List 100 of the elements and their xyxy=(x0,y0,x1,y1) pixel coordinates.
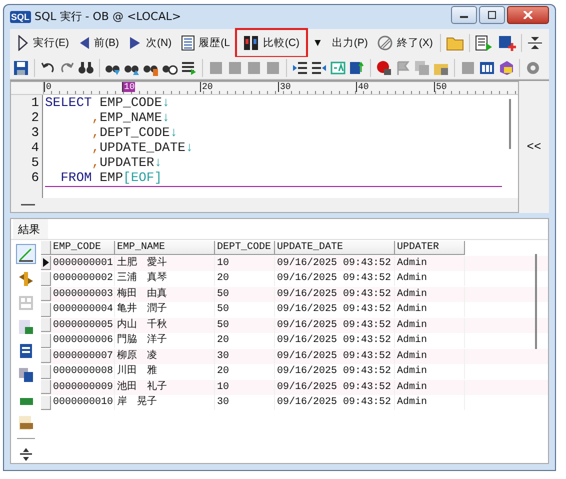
code-line: SELECT EMP_CODE↓ xyxy=(45,94,170,110)
table-cell: Admin xyxy=(395,333,465,348)
table-cell: 0000000002 xyxy=(51,271,115,286)
table-cell: 0000000004 xyxy=(51,302,115,318)
ruler-label: 0 xyxy=(44,82,52,92)
collapse-button[interactable]: << xyxy=(526,140,542,154)
ruler-label: 20 xyxy=(200,82,213,92)
window-title: SQL 実行 - OB @ <LOCAL> xyxy=(34,9,182,24)
toolbar-button[interactable]: ▼ xyxy=(308,34,327,52)
table-cell: 09/16/2025 09:43:52 xyxy=(275,364,395,380)
list-icon[interactable] xyxy=(181,60,197,76)
scrollbar-thumb[interactable] xyxy=(509,98,511,149)
close-icon xyxy=(523,11,533,19)
arrows-icon[interactable] xyxy=(17,270,35,288)
table-cell: 柳原 凌 xyxy=(115,348,215,364)
table-cell: 20 xyxy=(215,333,275,348)
outdent-icon[interactable] xyxy=(311,60,327,76)
line-number: 6 xyxy=(31,170,39,185)
table-cell: 30 xyxy=(215,395,275,410)
maximize-icon xyxy=(487,11,497,19)
table-cell: 0000000010 xyxy=(51,395,115,410)
table-cell: 09/16/2025 09:43:52 xyxy=(275,395,395,410)
table-cell: 09/16/2025 09:43:52 xyxy=(275,256,395,271)
toolbar-button[interactable]: 次(N) xyxy=(124,32,176,54)
table-cell: Admin xyxy=(395,256,465,271)
indent-icon[interactable] xyxy=(292,60,308,76)
window-icon[interactable] xyxy=(479,60,495,76)
column-header[interactable]: UPDATE_DATE xyxy=(275,240,395,255)
code-line: ,UPDATER↓ xyxy=(90,154,162,170)
folder-icon[interactable] xyxy=(444,34,466,51)
column-header[interactable]: EMP_CODE xyxy=(51,240,115,255)
stop-icon xyxy=(376,34,393,51)
record-icon[interactable] xyxy=(376,60,392,76)
compare-icon xyxy=(242,34,259,51)
cube-icon[interactable] xyxy=(498,60,514,76)
table-cell: 梅田 由真 xyxy=(115,286,215,302)
column-header[interactable]: DEPT_CODE xyxy=(215,240,275,255)
table-cell: 0000000006 xyxy=(51,333,115,348)
table-cell: 0000000001 xyxy=(51,256,115,271)
table-cell: Admin xyxy=(395,286,465,302)
table-cell: 0000000007 xyxy=(51,348,115,364)
table-cell: Admin xyxy=(395,271,465,286)
line-number: 3 xyxy=(31,124,39,140)
column-header[interactable]: EMP_NAME xyxy=(115,240,215,255)
column-header[interactable]: UPDATER xyxy=(395,240,465,255)
line-number: 4 xyxy=(31,140,39,155)
ruler-label: 30 xyxy=(278,82,291,92)
table-cell: 50 xyxy=(215,302,275,318)
table-cell: 0000000008 xyxy=(51,364,115,380)
left-triangle-icon xyxy=(78,34,90,51)
table-cell: 土肥 愛斗 xyxy=(115,256,215,271)
toolbar-button[interactable]: 履歴(L xyxy=(176,32,234,54)
minimize-button[interactable] xyxy=(451,6,477,24)
table-cell: 0000000005 xyxy=(51,318,115,333)
table-cell: 09/16/2025 09:43:52 xyxy=(275,333,395,348)
app-icon: SQL xyxy=(10,10,31,23)
table-cell: Admin xyxy=(395,364,465,380)
document-icon[interactable] xyxy=(17,342,35,360)
table-cell: 09/16/2025 09:43:52 xyxy=(275,318,395,333)
code-line: ,DEPT_CODE↓ xyxy=(90,124,178,140)
ruler-label: 40 xyxy=(356,82,369,92)
toolbar-button[interactable]: 終了(X) xyxy=(372,32,437,54)
code-line: FROM EMP[EOF] xyxy=(60,170,162,185)
save-icon[interactable] xyxy=(13,60,29,76)
pointer-icon xyxy=(42,258,48,268)
table-cell: 岸 晃子 xyxy=(115,395,215,410)
maximize-button[interactable] xyxy=(479,6,505,24)
gear-icon[interactable] xyxy=(525,60,541,76)
table-cell: 20 xyxy=(215,271,275,286)
binoculars-icon[interactable] xyxy=(78,60,94,76)
toolbar-button[interactable]: 前(B) xyxy=(74,32,123,54)
line-number: 1 xyxy=(31,94,39,110)
scrollbar-thumb[interactable] xyxy=(535,254,537,349)
table-cell: 10 xyxy=(215,256,275,271)
close-button[interactable] xyxy=(507,6,549,24)
table-cell: Admin xyxy=(395,380,465,395)
table-cell: Admin xyxy=(395,318,465,333)
dash-icon[interactable] xyxy=(21,203,35,207)
header-corner xyxy=(41,240,51,255)
table-cell: 50 xyxy=(215,318,275,333)
results-tab[interactable]: 結果 xyxy=(13,219,48,239)
code-line: ,EMP_NAME↓ xyxy=(90,110,170,125)
table-cell: 30 xyxy=(215,348,275,364)
table-cell: 川田 雅 xyxy=(115,364,215,380)
copy-icon[interactable] xyxy=(17,366,35,384)
table-cell: 内山 千秋 xyxy=(115,318,215,333)
right-triangle-icon xyxy=(128,34,142,51)
line-number: 2 xyxy=(31,110,39,125)
table-cell: 09/16/2025 09:43:52 xyxy=(275,271,395,286)
table-cell: 0000000009 xyxy=(51,380,115,395)
table-cell: 三浦 真琴 xyxy=(115,271,215,286)
table-cell: 0000000003 xyxy=(51,286,115,302)
pencil-icon[interactable] xyxy=(16,244,36,264)
toolbar-button[interactable]: 実行(E) xyxy=(13,32,73,54)
table-cell: Admin xyxy=(395,302,465,318)
play-icon xyxy=(17,34,29,51)
row-header[interactable] xyxy=(41,256,51,270)
code-line: ,UPDATE_DATE↓ xyxy=(90,140,194,155)
table-cell: Admin xyxy=(395,348,465,364)
toolbar-button[interactable]: 出力(P) xyxy=(328,32,372,53)
